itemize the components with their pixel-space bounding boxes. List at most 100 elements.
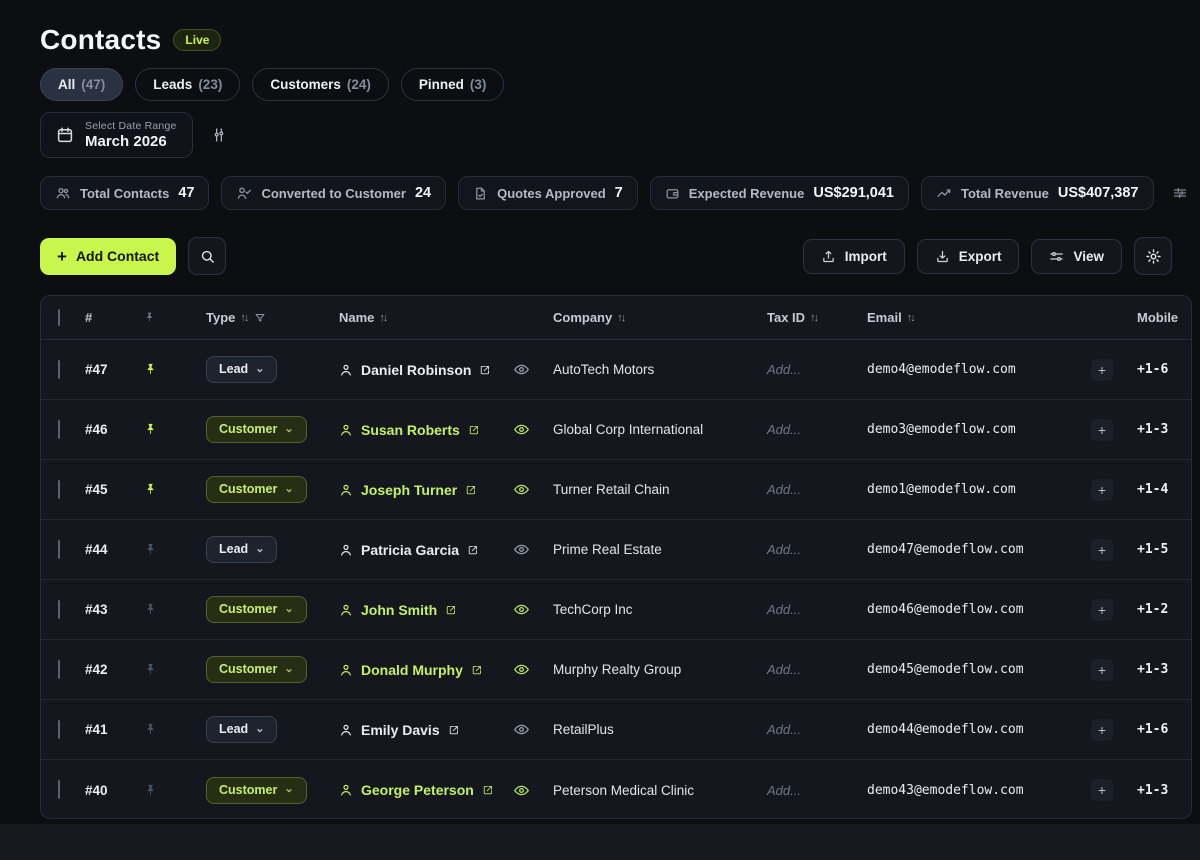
tax-id-cell[interactable]: Add... [767,482,867,497]
table-row: #46 Customer ⌄ Susan Roberts Global Corp… [41,400,1192,460]
person-icon [339,603,353,617]
stat-value: 47 [178,185,194,201]
column-header-type[interactable]: Type ↑↓ [189,310,339,325]
add-phone-button[interactable]: + [1091,419,1113,441]
add-phone-button[interactable]: + [1091,599,1113,621]
sort-icon[interactable]: ↑↓ [907,312,914,324]
search-button[interactable] [188,237,226,275]
contact-name: Joseph Turner [361,482,457,498]
add-phone-button[interactable]: + [1091,779,1113,801]
vertical-sliders-icon[interactable] [211,127,227,143]
date-range-selector[interactable]: Select Date Range March 2026 [40,112,193,158]
add-phone-button[interactable]: + [1091,359,1113,381]
tax-id-cell[interactable]: Add... [767,602,867,617]
column-header-email[interactable]: Email ↑↓ [867,310,1091,325]
tax-id-cell[interactable]: Add... [767,542,867,557]
stat-value: 24 [415,185,431,201]
pin-icon[interactable] [143,542,189,557]
add-phone-button[interactable]: + [1091,479,1113,501]
sort-icon[interactable]: ↑↓ [617,312,624,324]
sort-icon[interactable]: ↑↓ [379,312,386,324]
add-phone-button[interactable]: + [1091,539,1113,561]
import-button[interactable]: Import [803,239,905,274]
type-badge[interactable]: Customer ⌄ [206,777,307,804]
contact-name-link[interactable]: John Smith [339,602,507,618]
column-header-number[interactable]: # [85,310,143,325]
contact-name-link[interactable]: Susan Roberts [339,422,507,438]
add-contact-button[interactable]: + Add Contact [40,238,176,275]
row-checkbox[interactable] [58,660,60,679]
settings-button[interactable] [1134,237,1172,275]
table-row: #47 Lead ⌄ Daniel Robinson AutoTech Moto… [41,340,1192,400]
contact-name-link[interactable]: Donald Murphy [339,662,507,678]
type-badge[interactable]: Customer ⌄ [206,476,307,503]
eye-icon[interactable] [513,721,553,738]
tax-id-cell[interactable]: Add... [767,662,867,677]
pin-icon[interactable] [143,422,189,437]
tab-customers[interactable]: Customers (24) [252,68,389,101]
tax-id-cell[interactable]: Add... [767,422,867,437]
contact-name-link[interactable]: Daniel Robinson [339,362,507,378]
row-checkbox[interactable] [58,480,60,499]
pin-icon[interactable] [143,482,189,497]
row-number: #44 [85,542,143,557]
row-checkbox[interactable] [58,420,60,439]
eye-icon[interactable] [513,421,553,438]
contact-name-link[interactable]: Patricia Garcia [339,542,507,558]
tab-pinned[interactable]: Pinned (3) [401,68,505,101]
filter-funnel-icon[interactable] [254,312,266,324]
view-button[interactable]: View [1031,239,1122,274]
column-header-name[interactable]: Name ↑↓ [339,310,507,325]
stats-row: Total Contacts 47 Converted to Customer … [40,176,1188,210]
eye-icon[interactable] [513,541,553,558]
pin-icon[interactable] [143,362,189,377]
eye-icon[interactable] [513,782,553,799]
pin-icon[interactable] [143,662,189,677]
tax-id-cell[interactable]: Add... [767,722,867,737]
row-checkbox[interactable] [58,720,60,739]
external-link-icon [445,604,457,616]
tab-all[interactable]: All (47) [40,68,123,101]
eye-icon[interactable] [513,601,553,618]
column-header-company[interactable]: Company ↑↓ [553,310,767,325]
mobile-cell: +1-4 [1137,482,1192,497]
column-header-mobile[interactable]: Mobile [1137,310,1192,325]
contact-name-link[interactable]: Joseph Turner [339,482,507,498]
type-label: Lead [219,722,248,736]
export-button[interactable]: Export [917,239,1020,274]
tax-id-cell[interactable]: Add... [767,362,867,377]
type-badge[interactable]: Customer ⌄ [206,656,307,683]
stat-value: US$407,387 [1058,185,1139,201]
eye-icon[interactable] [513,661,553,678]
select-all-checkbox[interactable] [58,309,60,326]
sort-icon[interactable]: ↑↓ [810,312,817,324]
sort-icon[interactable]: ↑↓ [240,312,247,324]
row-checkbox[interactable] [58,360,60,379]
tax-id-cell[interactable]: Add... [767,783,867,798]
table-row: #44 Lead ⌄ Patricia Garcia Prime Real Es… [41,520,1192,580]
tab-leads[interactable]: Leads (23) [135,68,240,101]
type-badge[interactable]: Lead ⌄ [206,716,277,743]
pin-icon[interactable] [143,602,189,617]
pin-icon[interactable] [143,722,189,737]
row-checkbox[interactable] [58,540,60,559]
column-header-pin[interactable] [143,311,189,324]
eye-icon[interactable] [513,361,553,378]
eye-icon[interactable] [513,481,553,498]
type-badge[interactable]: Lead ⌄ [206,356,277,383]
pin-icon[interactable] [143,783,189,798]
row-checkbox[interactable] [58,600,60,619]
type-badge[interactable]: Customer ⌄ [206,416,307,443]
add-phone-button[interactable]: + [1091,659,1113,681]
column-header-tax-id[interactable]: Tax ID ↑↓ [767,310,867,325]
type-badge[interactable]: Lead ⌄ [206,536,277,563]
contact-name-link[interactable]: Emily Davis [339,722,507,738]
stat-total-contacts: Total Contacts 47 [40,176,209,210]
adjustments-icon[interactable] [1172,185,1188,201]
type-badge[interactable]: Customer ⌄ [206,596,307,623]
row-checkbox[interactable] [58,780,60,799]
contact-name-link[interactable]: George Peterson [339,782,507,798]
type-label: Lead [219,362,248,376]
users-icon [55,185,71,201]
add-phone-button[interactable]: + [1091,719,1113,741]
